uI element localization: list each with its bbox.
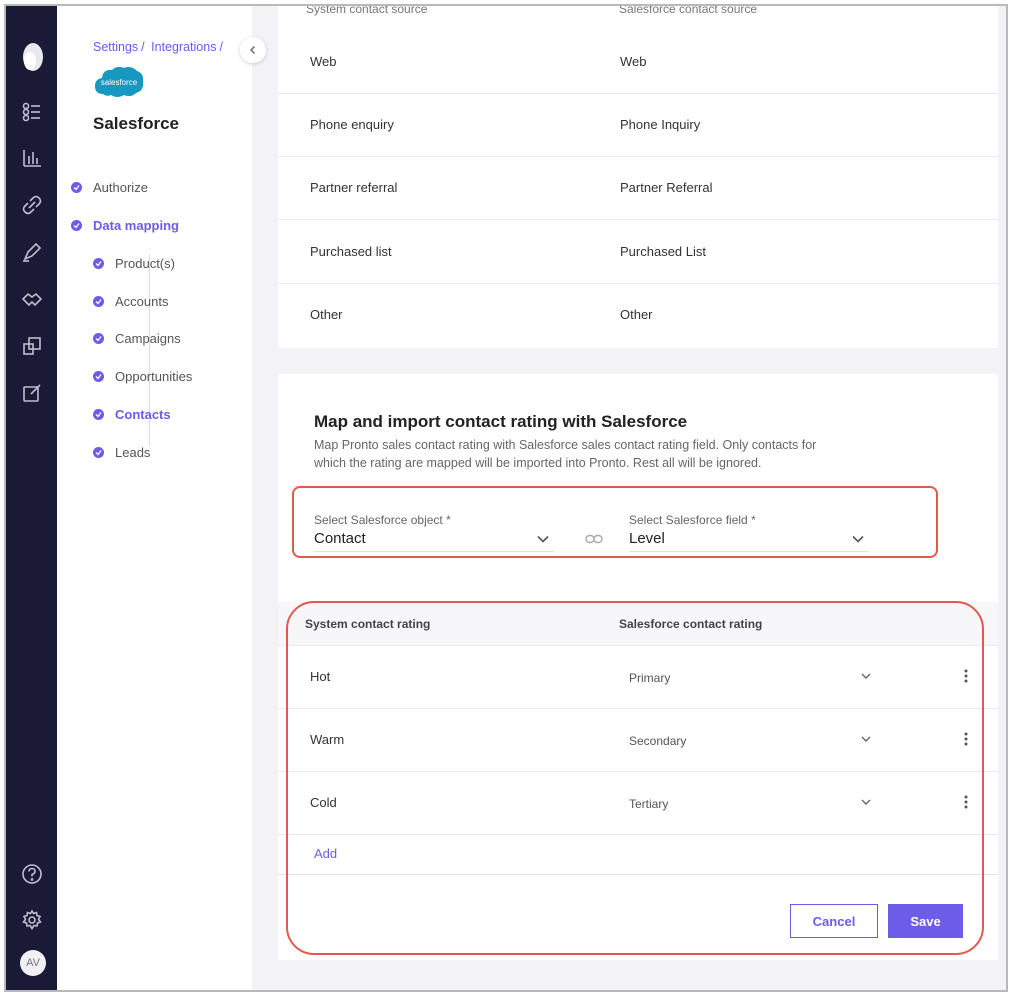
breadcrumb-settings[interactable]: Settings <box>93 40 138 54</box>
system-source-value: Other <box>310 307 343 322</box>
nav-label: Authorize <box>93 180 148 195</box>
table-row: Other Other <box>278 284 998 347</box>
salesforce-source-value: Phone Inquiry <box>620 117 701 132</box>
edit-icon[interactable] <box>21 382 43 404</box>
nav-leads[interactable]: Leads <box>93 445 150 460</box>
table-row: Phone enquiry Phone Inquiry <box>278 94 998 157</box>
nav-label: Leads <box>115 445 151 460</box>
salesforce-source-value: Web <box>620 54 647 69</box>
salesforce-source-value: Purchased List <box>620 244 706 259</box>
check-icon <box>93 447 104 458</box>
check-icon <box>93 258 104 269</box>
tasks-icon[interactable] <box>21 101 43 123</box>
nav-authorize[interactable]: Authorize <box>71 180 148 195</box>
system-source-value: Purchased list <box>310 244 392 259</box>
contact-source-table: System contact source Salesforce contact… <box>278 6 998 348</box>
check-icon <box>93 296 104 307</box>
salesforce-source-value: Other <box>620 307 653 322</box>
nav-label: Product(s) <box>115 256 175 271</box>
integration-title: Salesforce <box>93 114 179 133</box>
nav-opportunities[interactable]: Opportunities <box>93 369 192 384</box>
breadcrumb-integrations[interactable]: Integrations <box>151 40 216 54</box>
app-window: AV Settings / Integrations / salesforce Sa… <box>4 4 1008 992</box>
integrations-link-icon[interactable] <box>21 194 43 216</box>
check-icon <box>93 333 104 344</box>
user-avatar[interactable]: AV <box>20 950 46 976</box>
salesforce-logo: salesforce <box>95 66 144 97</box>
system-source-value: Partner referral <box>310 180 398 195</box>
nav-label: Accounts <box>115 294 169 309</box>
analytics-icon[interactable] <box>21 147 43 169</box>
shapes-icon[interactable] <box>21 335 43 357</box>
pen-icon[interactable] <box>21 241 43 263</box>
contact-rating-card: Map and import contact rating with Sales… <box>278 374 998 960</box>
nav-campaigns[interactable]: Campaigns <box>93 331 181 346</box>
check-icon <box>93 371 104 382</box>
nav-label: Opportunities <box>115 369 193 384</box>
table-row: Partner referral Partner Referral <box>278 157 998 220</box>
breadcrumb: Settings / Integrations / <box>93 40 223 54</box>
settings-sidebar: Settings / Integrations / salesforce Sales… <box>57 6 266 990</box>
nav-label: Campaigns <box>115 331 181 346</box>
check-icon <box>71 220 82 231</box>
nav-products[interactable]: Product(s) <box>93 256 175 271</box>
settings-gear-icon[interactable] <box>21 909 43 931</box>
app-logo-icon[interactable] <box>21 41 45 73</box>
nav-data-mapping[interactable]: Data mapping <box>71 218 179 233</box>
system-source-value: Phone enquiry <box>310 117 394 132</box>
table-row: Web Web <box>278 31 998 94</box>
nav-label: Data mapping <box>93 218 179 233</box>
help-icon[interactable] <box>21 863 43 885</box>
main-content: System contact source Salesforce contact… <box>252 6 1006 990</box>
check-icon <box>93 409 104 420</box>
highlight-box-selects <box>292 486 938 558</box>
check-icon <box>71 182 82 193</box>
salesforce-logo-text: salesforce <box>101 78 138 87</box>
column-header-salesforce-source: Salesforce contact source <box>619 4 758 16</box>
section-title: Map and import contact rating with Sales… <box>314 412 688 431</box>
table-row: Purchased list Purchased List <box>278 221 998 284</box>
system-source-value: Web <box>310 54 337 69</box>
column-header-system-source: System contact source <box>306 4 428 16</box>
nav-contacts[interactable]: Contacts <box>93 407 171 422</box>
icon-rail: AV <box>6 6 57 990</box>
nav-accounts[interactable]: Accounts <box>93 294 168 309</box>
section-description: Map Pronto sales contact rating with Sal… <box>314 438 817 470</box>
highlight-box-table <box>286 601 984 955</box>
handshake-icon[interactable] <box>21 288 43 310</box>
nav-label: Contacts <box>115 407 171 422</box>
salesforce-source-value: Partner Referral <box>620 180 713 195</box>
